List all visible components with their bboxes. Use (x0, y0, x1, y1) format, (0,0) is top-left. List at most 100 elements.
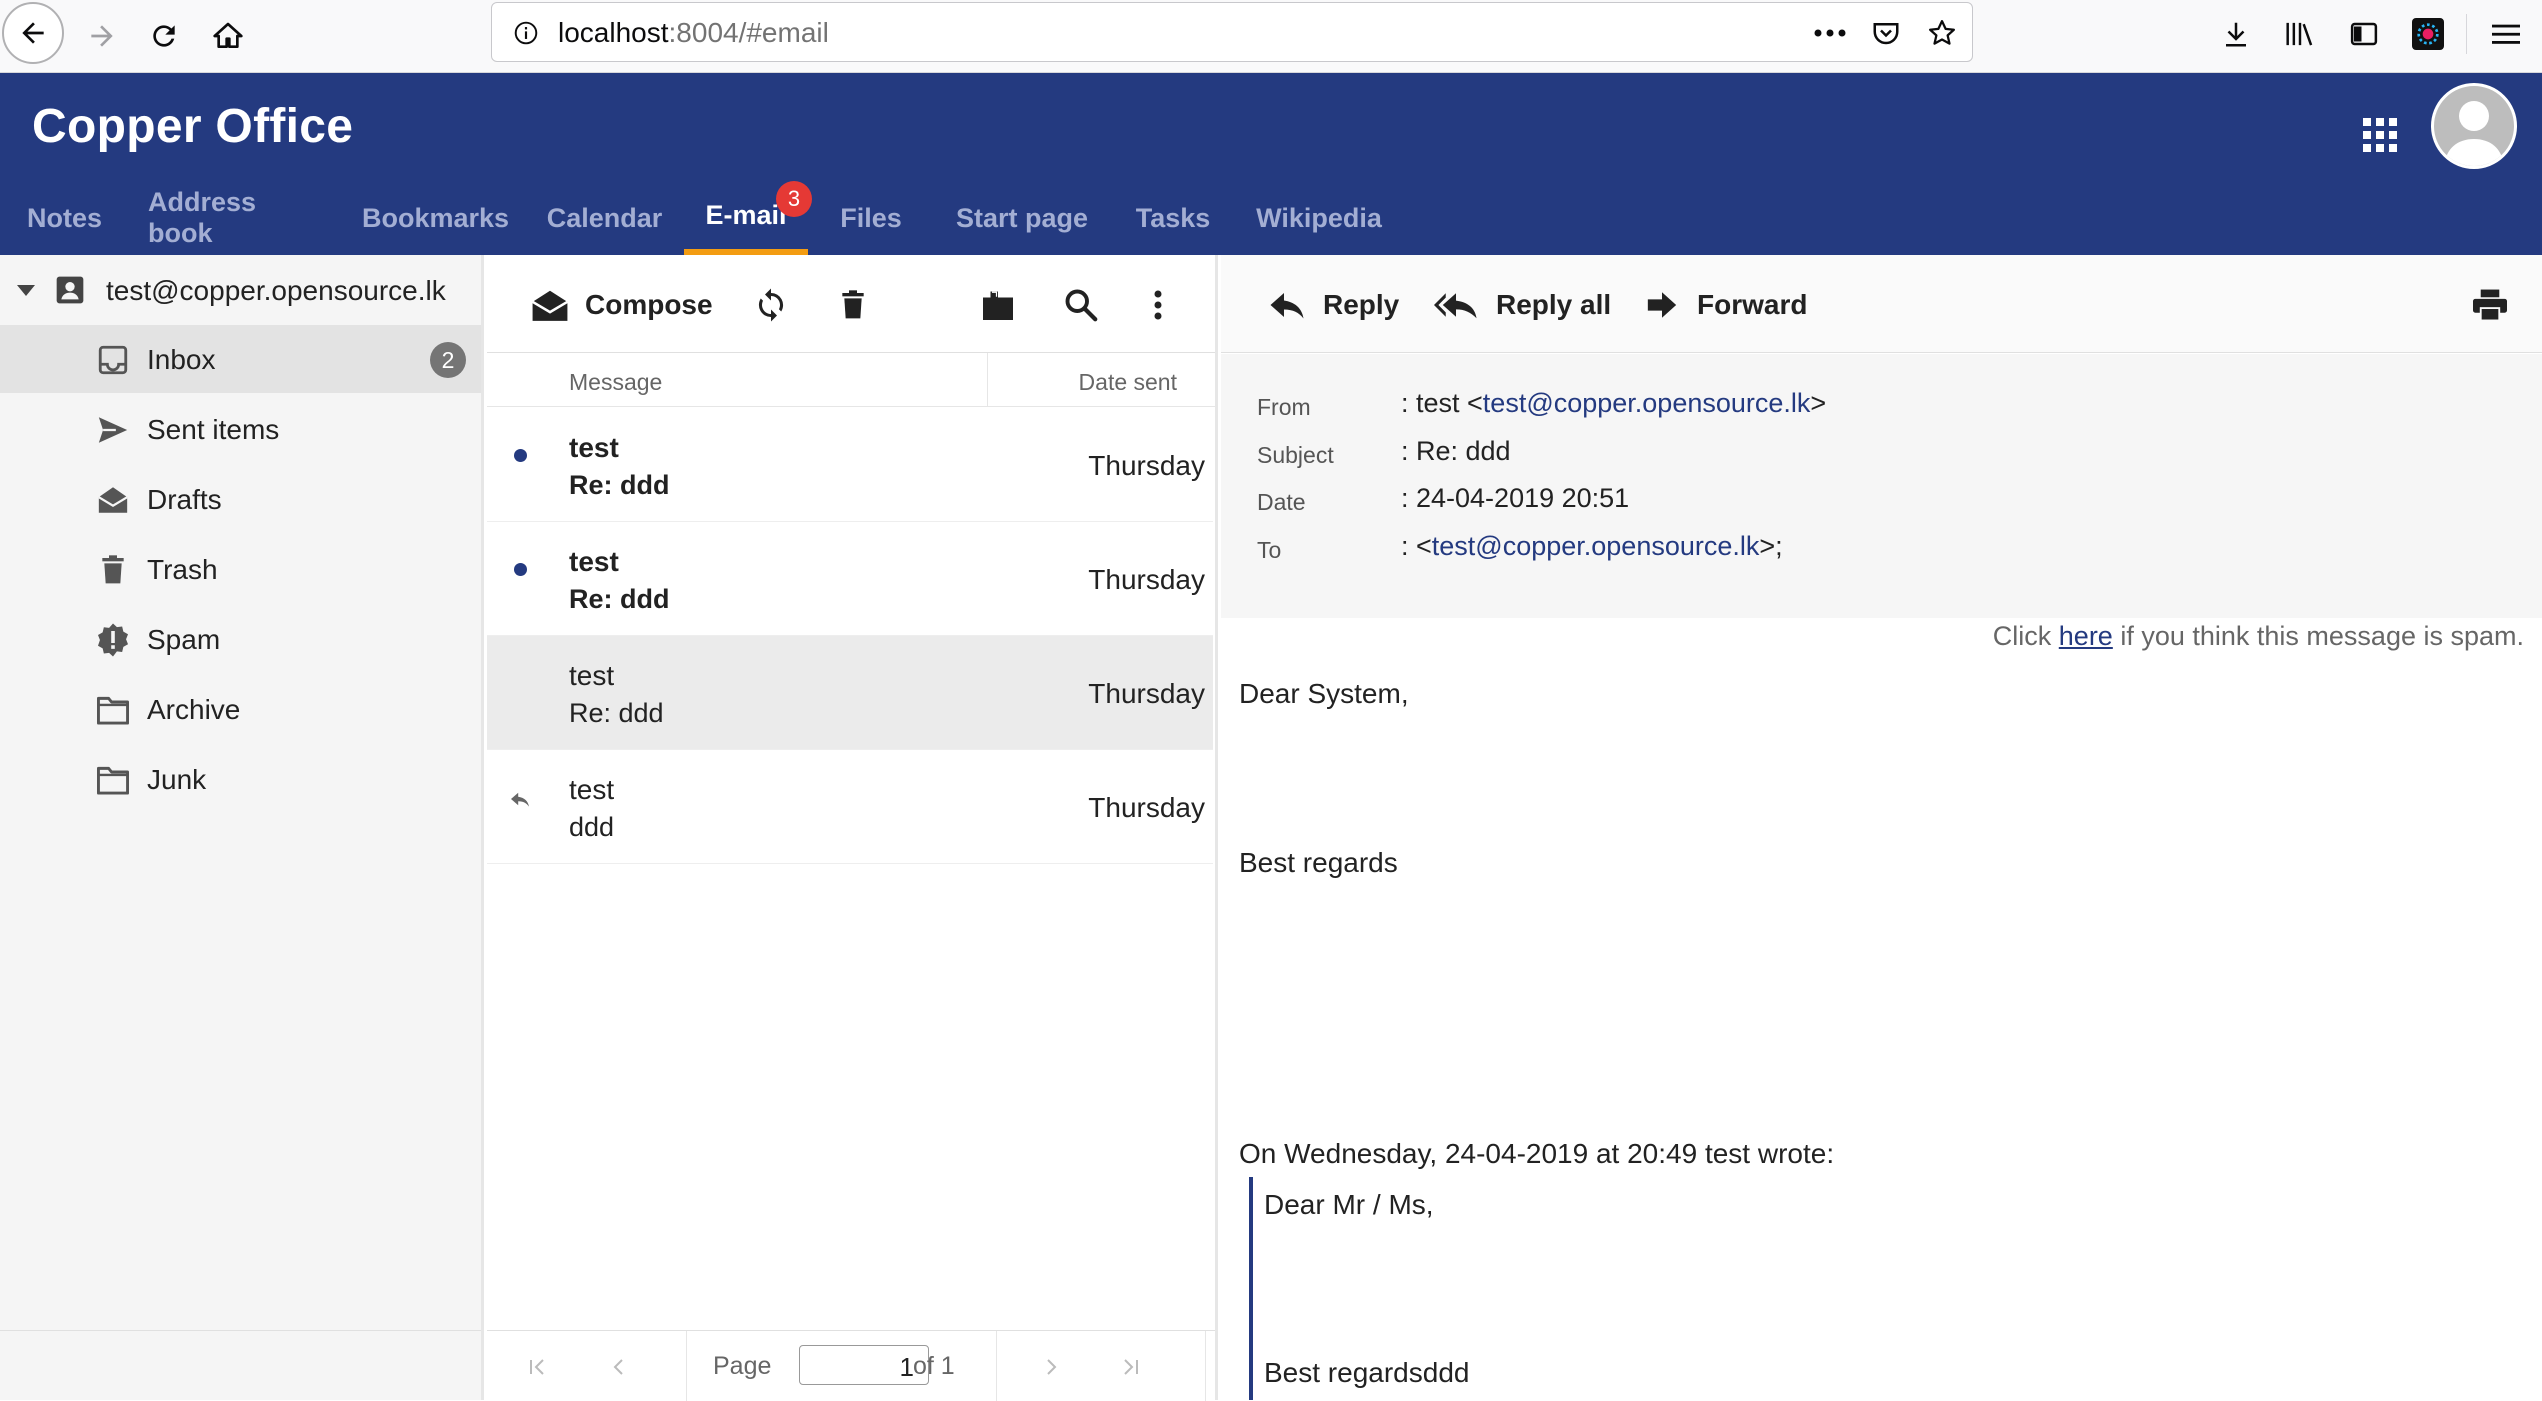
tab-address-book[interactable]: Address book (148, 181, 322, 255)
tab-bookmarks[interactable]: Bookmarks (362, 181, 509, 255)
to-email-link[interactable]: test@copper.opensource.lk (1432, 531, 1760, 561)
from-email-link[interactable]: test@copper.opensource.lk (1483, 388, 1811, 418)
message-subject: ddd (569, 812, 615, 842)
message-row[interactable]: test ddd Thursday (487, 750, 1213, 864)
avatar[interactable] (2431, 83, 2517, 169)
message-list-pane: Compose Message Date sent test Re: ddd T… (487, 255, 1218, 1401)
message-headers: From : test <test@copper.opensource.lk> … (1221, 354, 2542, 618)
last-page-icon[interactable] (1113, 1349, 1149, 1385)
refresh-icon (753, 286, 789, 324)
message-row[interactable]: test Re: ddd Thursday (487, 408, 1213, 522)
tab-calendar[interactable]: Calendar (547, 181, 663, 255)
prev-page-icon[interactable] (601, 1349, 637, 1385)
list-toolbar: Compose (487, 255, 1215, 353)
folder-inbox[interactable]: Inbox 2 (0, 325, 481, 393)
bookmark-star-icon[interactable] (1924, 15, 1960, 51)
caret-down-icon[interactable] (17, 285, 35, 296)
reply-all-icon (1434, 290, 1478, 320)
forward-arrow-icon (1645, 290, 1679, 320)
column-message[interactable]: Message (569, 369, 662, 396)
message-sender: test (569, 432, 619, 463)
address-bar[interactable]: localhost:8004/#email (491, 2, 1973, 62)
arrow-left-icon (22, 22, 44, 44)
tab-notes[interactable]: Notes (27, 181, 102, 255)
message-row[interactable]: test Re: ddd Thursday (487, 522, 1213, 636)
forward-button[interactable] (74, 8, 130, 64)
library-icon[interactable] (2280, 14, 2320, 54)
home-icon (213, 22, 243, 48)
message-sender: test (569, 660, 615, 691)
search-icon (1063, 287, 1099, 323)
trash-icon (94, 551, 132, 589)
message-date: Thursday (1088, 564, 1205, 595)
sidebar-toggle-icon[interactable] (2344, 14, 2384, 54)
tab-email[interactable]: E-mail 3 (684, 181, 812, 255)
mark-spam-link[interactable]: here (2059, 621, 2113, 651)
print-button[interactable] (2471, 285, 2509, 325)
search-button[interactable] (1063, 285, 1099, 325)
more-vert-icon (1153, 289, 1163, 321)
unread-indicator (514, 563, 527, 576)
quote-greeting: Dear Mr / Ms, (1264, 1189, 1434, 1220)
first-page-icon[interactable] (519, 1349, 555, 1385)
quote-intro: On Wednesday, 24-04-2019 at 20:49 test w… (1239, 1138, 1835, 1169)
forward-mail-button[interactable]: Forward (1645, 285, 1807, 325)
reply-all-button[interactable]: Reply all (1434, 285, 1611, 325)
folder-trash[interactable]: Trash (0, 535, 481, 603)
home-button[interactable] (200, 8, 256, 64)
message-row[interactable]: test Re: ddd Thursday (487, 636, 1213, 750)
account-email: test@copper.opensource.lk (106, 275, 446, 306)
toolbar-divider (2466, 14, 2467, 54)
folder-sidebar: test@copper.opensource.lk Inbox 2 Sent i… (0, 255, 484, 1400)
column-divider[interactable] (987, 353, 988, 407)
extension-icon[interactable] (2408, 14, 2448, 54)
reply-button[interactable]: Reply (1269, 285, 1399, 325)
app-header: Copper Office Notes Address book Bookmar… (0, 73, 2542, 255)
header-date: Date : 24-04-2019 20:51 (1257, 483, 1630, 515)
refresh-button[interactable] (753, 285, 789, 325)
page-number-input[interactable] (799, 1345, 929, 1385)
inbox-icon (94, 341, 132, 379)
move-button[interactable] (980, 285, 1016, 325)
folder-spam[interactable]: Spam (0, 605, 481, 673)
more-actions-icon[interactable] (1812, 15, 1848, 51)
move-to-folder-icon (980, 286, 1016, 324)
apps-grid-icon[interactable] (2363, 118, 2397, 152)
column-date-sent[interactable]: Date sent (1079, 369, 1177, 396)
menu-icon[interactable] (2486, 14, 2526, 54)
more-options-button[interactable] (1153, 285, 1163, 325)
email-unread-badge: 3 (776, 181, 812, 217)
message-date: Thursday (1088, 792, 1205, 823)
compose-button[interactable]: Compose (531, 285, 713, 325)
tab-start-page[interactable]: Start page (955, 181, 1089, 255)
tab-files[interactable]: Files (840, 181, 902, 255)
delete-button[interactable] (837, 285, 869, 325)
folder-drafts[interactable]: Drafts (0, 465, 481, 533)
folder-junk[interactable]: Junk (0, 745, 481, 813)
reload-button[interactable] (136, 8, 192, 64)
info-icon[interactable] (508, 15, 544, 51)
downloads-icon[interactable] (2216, 14, 2256, 54)
back-button[interactable] (2, 2, 64, 64)
printer-icon (2471, 288, 2509, 322)
spam-notice: Click here if you think this message is … (1992, 621, 2524, 651)
url-text: localhost:8004/#email (558, 17, 829, 48)
account-row[interactable]: test@copper.opensource.lk (0, 265, 484, 315)
folder-archive[interactable]: Archive (0, 675, 481, 743)
tab-wikipedia[interactable]: Wikipedia (1256, 181, 1382, 255)
header-to: To : <test@copper.opensource.lk>; (1257, 531, 1783, 563)
page-count: of 1 (913, 1352, 955, 1380)
reading-pane: Reply Reply all Forward From : test <tes… (1221, 255, 2542, 1400)
arrow-right-icon (91, 25, 113, 47)
trash-icon (837, 287, 869, 323)
next-page-icon[interactable] (1033, 1349, 1069, 1385)
message-subject: Re: ddd (569, 698, 664, 728)
reload-icon (153, 25, 175, 47)
page-label: Page (713, 1352, 772, 1380)
spam-icon (94, 621, 132, 659)
tab-tasks[interactable]: Tasks (1136, 181, 1211, 255)
folder-sent-items[interactable]: Sent items (0, 395, 481, 463)
app-title: Copper Office (32, 100, 354, 153)
inbox-unread-badge: 2 (430, 342, 466, 378)
pocket-icon[interactable] (1868, 15, 1904, 51)
